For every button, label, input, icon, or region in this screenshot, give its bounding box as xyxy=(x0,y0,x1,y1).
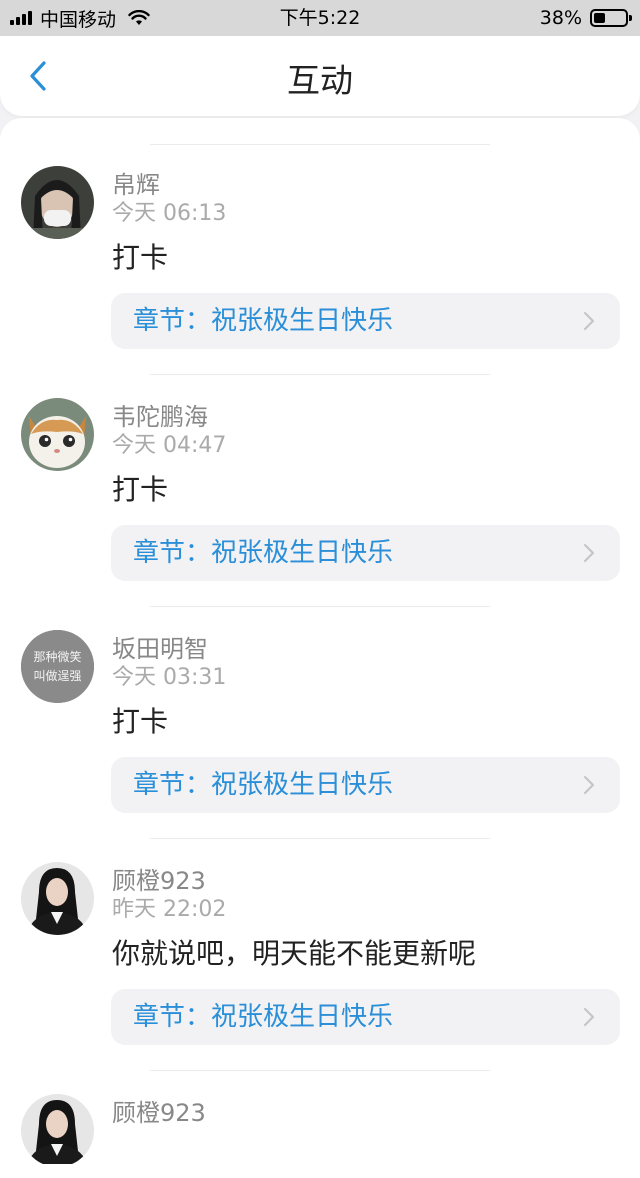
battery-icon xyxy=(590,9,632,27)
divider xyxy=(150,1070,490,1071)
svg-text:叫做逞强: 叫做逞强 xyxy=(33,668,81,683)
avatar[interactable] xyxy=(21,1094,94,1164)
status-bar-left: 中国移动 xyxy=(10,0,150,36)
comment-time: 今天 06:13 xyxy=(112,201,227,226)
battery-percent: 38% xyxy=(539,7,582,29)
signal-icon xyxy=(10,11,32,25)
user-name[interactable]: 顾橙923 xyxy=(112,1098,206,1128)
avatar-woman-icon xyxy=(21,862,94,935)
comment-text: 打卡 xyxy=(112,705,169,738)
nav-bar: 互动 xyxy=(0,36,640,116)
comment-time: 今天 04:47 xyxy=(112,433,227,458)
wifi-icon xyxy=(128,10,150,25)
comment-time: 今天 03:31 xyxy=(112,665,227,690)
divider xyxy=(150,838,490,839)
chevron-right-icon xyxy=(584,312,594,330)
list-item[interactable]: 顾橙923 昨天 22:02 你就说吧，明天能不能更新呢 章节：祝张极生日快乐 xyxy=(0,862,640,1094)
comment-list: 帛辉 今天 06:13 打卡 章节：祝张极生日快乐 韦陀鹏海 今天 04:47 … xyxy=(0,118,640,1178)
divider xyxy=(150,606,490,607)
chapter-label: 章节：祝张极生日快乐 xyxy=(133,306,394,336)
avatar[interactable]: 那种微笑 叫做逞强 xyxy=(21,630,94,703)
user-name[interactable]: 顾橙923 xyxy=(112,866,206,896)
chapter-link[interactable]: 章节：祝张极生日快乐 xyxy=(111,989,620,1045)
avatar-text-icon: 那种微笑 叫做逞强 xyxy=(21,630,94,703)
avatar-woman-icon xyxy=(21,1094,94,1164)
chapter-label: 章节：祝张极生日快乐 xyxy=(133,1002,394,1032)
avatar[interactable] xyxy=(21,862,94,935)
svg-text:那种微笑: 那种微笑 xyxy=(33,649,81,664)
status-bar: 中国移动 下午5:22 38% xyxy=(0,0,640,36)
chevron-right-icon xyxy=(584,1008,594,1026)
divider xyxy=(150,374,490,375)
status-bar-right: 38% xyxy=(539,0,632,36)
comment-time: 昨天 22:02 xyxy=(112,897,227,922)
comment-text: 打卡 xyxy=(112,473,169,506)
comment-text: 打卡 xyxy=(112,241,169,274)
list-item[interactable]: 韦陀鹏海 今天 04:47 打卡 章节：祝张极生日快乐 xyxy=(0,398,640,630)
avatar[interactable] xyxy=(21,166,94,239)
chapter-label: 章节：祝张极生日快乐 xyxy=(133,770,394,800)
chevron-right-icon xyxy=(584,544,594,562)
carrier-label: 中国移动 xyxy=(40,8,117,31)
avatar-girl-mask-icon xyxy=(21,166,94,239)
chapter-link[interactable]: 章节：祝张极生日快乐 xyxy=(111,757,620,813)
chapter-label: 章节：祝张极生日快乐 xyxy=(133,538,394,568)
avatar[interactable] xyxy=(21,398,94,471)
user-name[interactable]: 坂田明智 xyxy=(112,634,208,664)
page-title: 互动 xyxy=(287,61,353,100)
user-name[interactable]: 帛辉 xyxy=(112,170,160,200)
user-name[interactable]: 韦陀鹏海 xyxy=(112,402,208,432)
chapter-link[interactable]: 章节：祝张极生日快乐 xyxy=(111,293,620,349)
chevron-right-icon xyxy=(584,776,594,794)
chapter-link[interactable]: 章节：祝张极生日快乐 xyxy=(111,525,620,581)
list-item[interactable]: 帛辉 今天 06:13 打卡 章节：祝张极生日快乐 xyxy=(0,166,640,398)
divider xyxy=(150,144,490,145)
comment-text: 你就说吧，明天能不能更新呢 xyxy=(112,937,477,970)
list-item[interactable]: 那种微笑 叫做逞强 坂田明智 今天 03:31 打卡 章节：祝张极生日快乐 xyxy=(0,630,640,862)
avatar-cat-icon xyxy=(21,398,94,471)
list-item[interactable]: 顾橙923 xyxy=(0,1094,640,1164)
